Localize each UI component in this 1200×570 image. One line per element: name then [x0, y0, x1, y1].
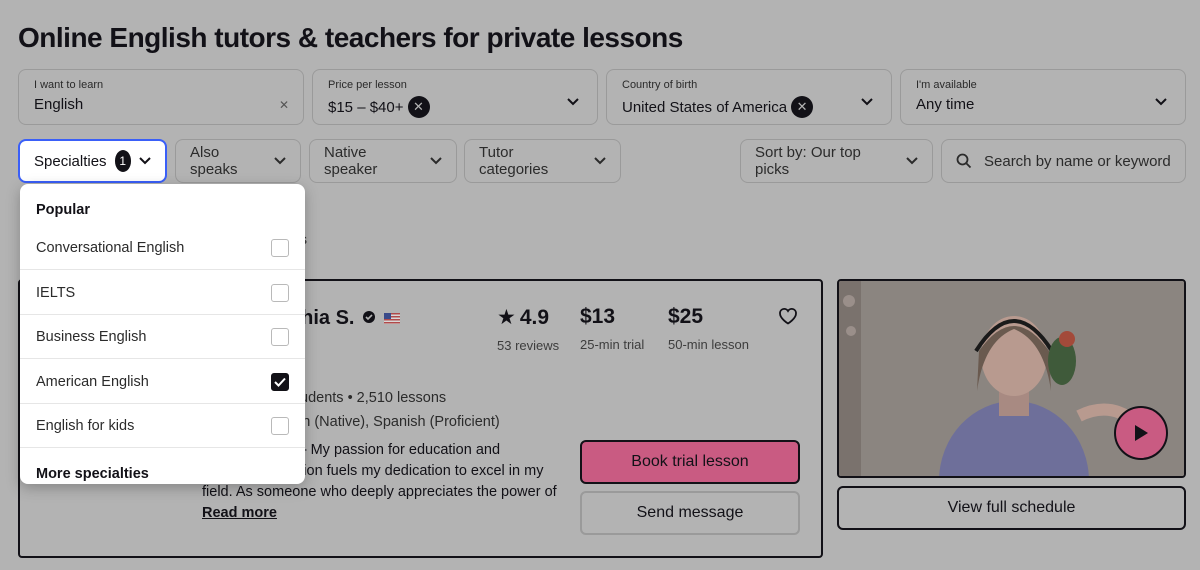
send-message-button[interactable]: Send message — [580, 491, 800, 535]
rating-value: 4.9 — [519, 305, 550, 329]
specialty-option[interactable]: American English — [20, 360, 305, 404]
specialty-option-label: IELTS — [36, 284, 76, 301]
checkbox[interactable] — [271, 283, 289, 302]
country-filter-value: United States of America — [622, 98, 788, 116]
country-filter[interactable]: Country of birth United States of Americ… — [606, 69, 892, 125]
native-speaker-label: Native speaker — [324, 144, 378, 178]
specialty-option-label: Business English — [36, 328, 147, 345]
chevron-down-icon — [274, 157, 286, 165]
specialty-option-label: Conversational English — [36, 239, 185, 256]
checkbox[interactable] — [271, 416, 289, 435]
price-filter-label: Price per lesson — [328, 79, 407, 91]
chevron-down-icon — [906, 157, 918, 165]
tutor-languages: sh (Native), Spanish (Proficient) — [295, 414, 500, 430]
dropdown-section-heading: Popular — [36, 202, 90, 218]
more-specialties-heading[interactable]: More specialties — [36, 466, 149, 482]
tutor-categories-pill[interactable]: Tutor categories — [464, 139, 621, 183]
star-icon: ★ — [497, 306, 516, 329]
specialties-pill[interactable]: Specialties 1 — [18, 139, 167, 183]
page-title: Online English tutors & teachers for pri… — [18, 22, 683, 53]
checkbox[interactable] — [271, 238, 289, 257]
country-filter-label: Country of birth — [622, 79, 698, 91]
price-filter[interactable]: Price per lesson $15 – $40+ ✕ — [312, 69, 598, 125]
lesson-price-stat: $25 50-min lesson — [668, 305, 749, 352]
specialty-option[interactable]: Conversational English — [20, 226, 305, 270]
tutor-categories-label: Tutor categories — [479, 144, 549, 178]
checkbox[interactable] — [271, 327, 289, 346]
specialties-count-badge: 1 — [114, 150, 131, 172]
specialties-label: Specialties — [34, 152, 107, 170]
price-filter-value: $15 – $40+ — [328, 98, 404, 116]
native-speaker-pill[interactable]: Native speaker — [309, 139, 457, 183]
book-trial-button[interactable]: Book trial lesson — [580, 440, 800, 484]
tutor-stats: udents • 2,510 lessons — [300, 390, 447, 406]
checkbox-checked[interactable] — [271, 372, 289, 391]
reviews-count: 53 reviews — [497, 338, 560, 353]
chevron-down-icon — [430, 157, 442, 165]
chevron-down-icon — [594, 157, 606, 165]
tutor-video-thumbnail[interactable] — [837, 279, 1186, 478]
trial-price-stat: $13 25-min trial — [580, 305, 644, 352]
check-icon — [274, 377, 286, 387]
learn-filter[interactable]: I want to learn English ✕ — [18, 69, 304, 125]
search-icon — [956, 153, 972, 169]
learn-filter-value: English — [34, 96, 84, 113]
rating-stat: ★ 4.9 53 reviews — [497, 305, 560, 354]
us-flag-icon — [384, 307, 401, 330]
also-speaks-label: Also speaks — [190, 144, 238, 178]
specialties-dropdown[interactable]: Popular Conversational English IELTS Bus… — [20, 184, 305, 484]
view-schedule-button[interactable]: View full schedule — [837, 486, 1186, 530]
sort-pill[interactable]: Sort by: Our top picks — [740, 139, 933, 183]
read-more-link[interactable]: Read more — [202, 505, 277, 521]
tutor-name[interactable]: chia S. — [290, 307, 401, 330]
verified-icon — [362, 307, 376, 330]
lesson-price: $25 — [668, 305, 704, 328]
search-placeholder: Search by name or keyword — [984, 152, 1171, 170]
trial-label: 25-min trial — [580, 337, 645, 352]
specialty-option[interactable]: English for kids — [20, 404, 305, 448]
sort-label: Sort by: Our top picks — [755, 144, 861, 178]
specialty-option-label: English for kids — [36, 417, 135, 434]
clear-country-icon[interactable]: ✕ — [791, 96, 814, 118]
trial-price: $13 — [580, 305, 616, 328]
availability-filter[interactable]: I'm available Any time — [900, 69, 1186, 125]
clear-price-icon[interactable]: ✕ — [407, 96, 430, 118]
chevron-down-icon — [1155, 98, 1167, 106]
clear-icon[interactable]: ✕ — [279, 98, 289, 112]
chevron-down-icon — [139, 157, 151, 165]
specialty-option-label: American English — [36, 373, 149, 390]
lesson-label: 50-min lesson — [668, 337, 749, 352]
play-icon — [1135, 425, 1148, 441]
learn-filter-label: I want to learn — [34, 79, 104, 91]
availability-filter-label: I'm available — [916, 79, 977, 91]
heart-icon[interactable] — [778, 307, 798, 330]
search-input[interactable]: Search by name or keyword — [941, 139, 1186, 183]
specialty-option[interactable]: IELTS — [20, 271, 305, 315]
specialty-option[interactable]: Business English — [20, 315, 305, 359]
play-button[interactable] — [1114, 406, 1168, 460]
desc-line: field. As someone who deeply appreciates… — [202, 484, 557, 500]
chevron-down-icon — [861, 98, 873, 106]
availability-filter-value: Any time — [916, 96, 975, 113]
also-speaks-pill[interactable]: Also speaks — [175, 139, 301, 183]
chevron-down-icon — [567, 98, 579, 106]
